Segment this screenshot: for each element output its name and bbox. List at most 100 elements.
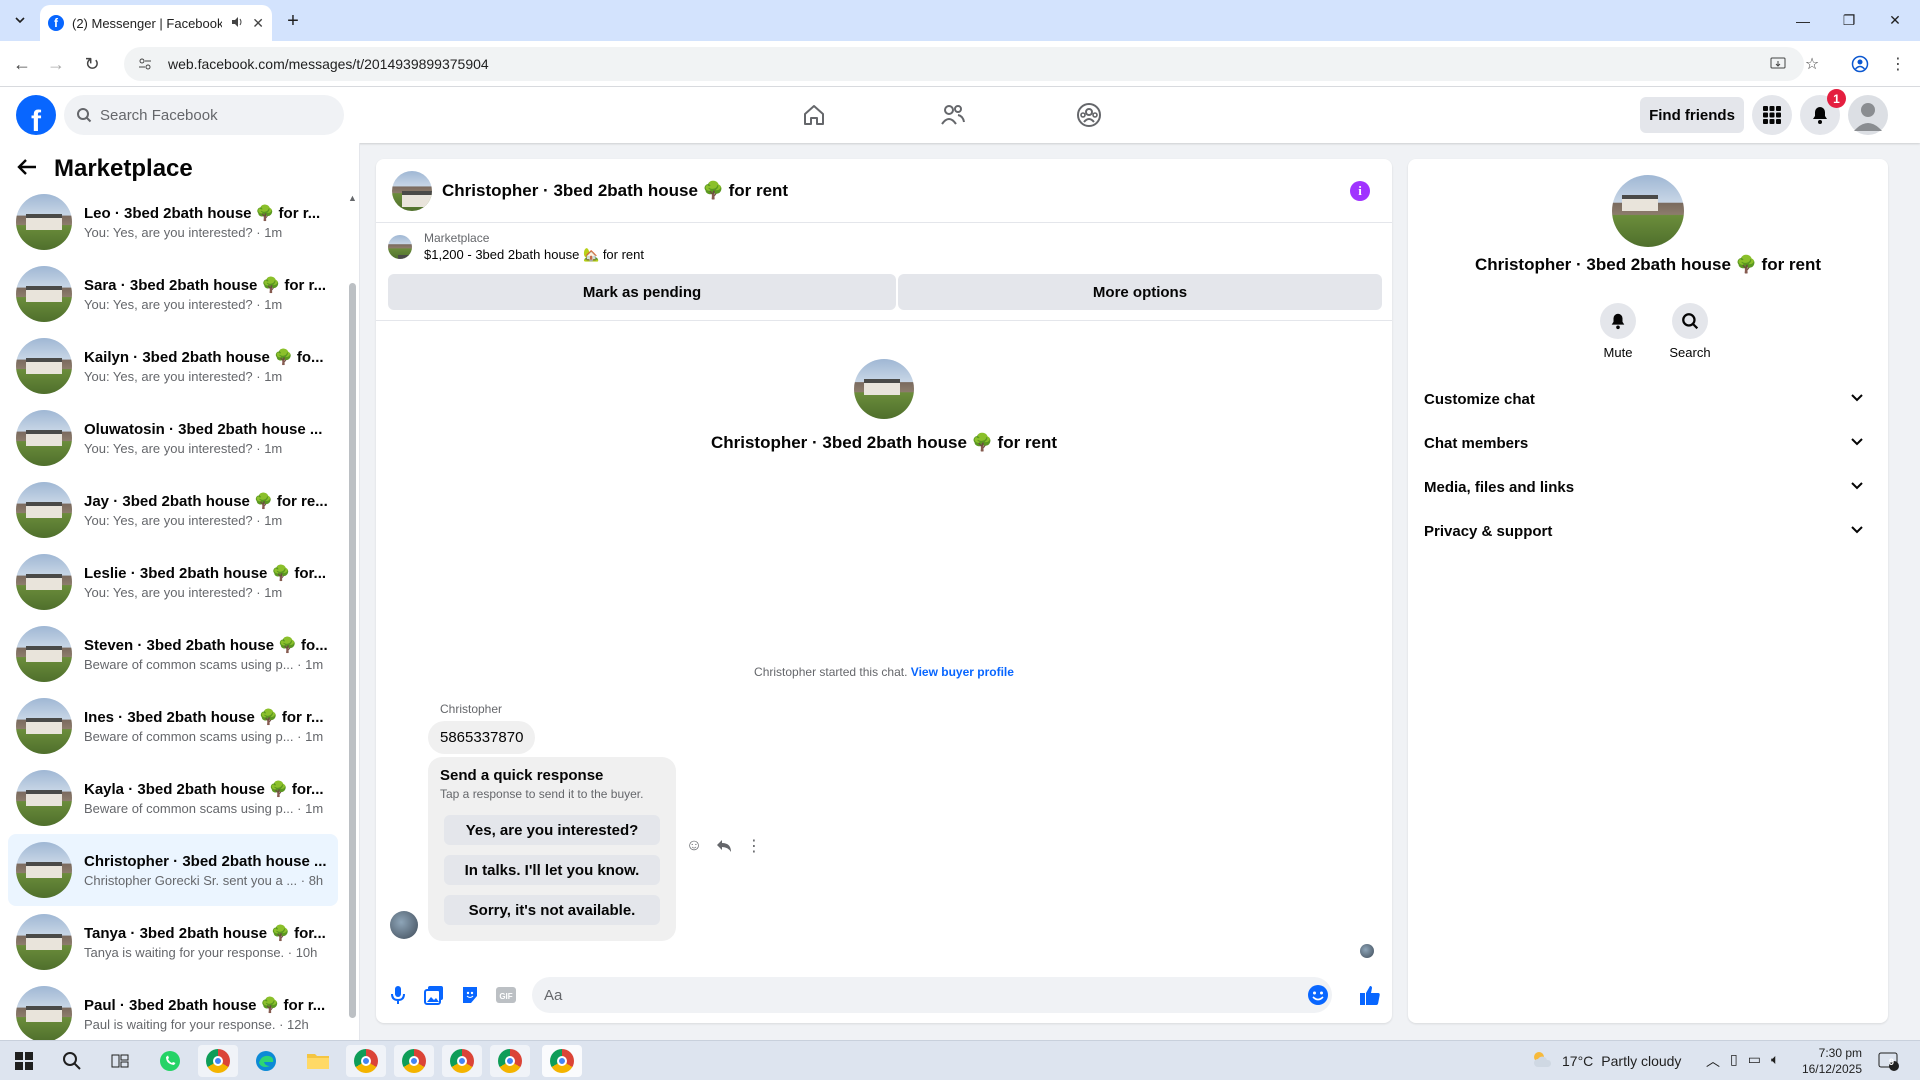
sticker-icon[interactable] bbox=[458, 983, 482, 1007]
close-tab-icon[interactable]: ✕ bbox=[252, 15, 264, 32]
facebook-logo-icon[interactable]: f bbox=[16, 95, 56, 135]
chat-avatar[interactable] bbox=[392, 170, 432, 211]
quick-reply-button[interactable]: Yes, are you interested? bbox=[444, 815, 660, 845]
back-icon[interactable]: ← bbox=[8, 50, 36, 78]
close-window-icon[interactable]: ✕ bbox=[1872, 0, 1918, 41]
conversation-item[interactable]: Sara · 3bed 2bath house 🌳 for r... You: Y… bbox=[8, 258, 338, 330]
taskbar-search-icon[interactable] bbox=[52, 1045, 92, 1077]
conversation-item[interactable]: Kailyn · 3bed 2bath house 🌳 fo... You: Ye… bbox=[8, 330, 338, 402]
date: 16/12/2025 bbox=[1801, 1062, 1862, 1076]
search-in-chat-button[interactable]: Search bbox=[1660, 303, 1720, 360]
address-bar[interactable]: web.facebook.com/messages/t/201493989937… bbox=[124, 47, 1804, 81]
mute-button[interactable]: Mute bbox=[1588, 303, 1648, 360]
conversation-item[interactable]: Tanya · 3bed 2bath house 🌳 for... Tanya i… bbox=[8, 906, 338, 978]
clock[interactable]: 7:30 pm 16/12/2025 bbox=[1800, 1045, 1862, 1077]
media-files-links-section[interactable]: Media, files and links bbox=[1424, 465, 1872, 509]
back-arrow-icon[interactable] bbox=[16, 156, 38, 183]
info-icon[interactable]: i bbox=[1350, 181, 1370, 201]
conversation-item-active[interactable]: Christopher · 3bed 2bath house ... Christ… bbox=[8, 834, 338, 906]
new-tab-button[interactable]: + bbox=[280, 8, 306, 34]
conversation-preview: You: Yes, are you interested? · 1m bbox=[84, 297, 283, 312]
profile-icon[interactable] bbox=[1848, 52, 1872, 76]
account-avatar[interactable] bbox=[1848, 95, 1888, 135]
listing-summary[interactable]: Marketplace $1,200 - 3bed 2bath house 🏡 … bbox=[388, 231, 644, 263]
quick-reply-button[interactable]: In talks. I'll let you know. bbox=[444, 855, 660, 885]
notifications-bell-icon[interactable]: 1 bbox=[1800, 89, 1846, 135]
photo-icon[interactable] bbox=[422, 983, 446, 1007]
browser-tab-messenger[interactable]: f (2) Messenger | Facebook ✕ bbox=[40, 5, 272, 41]
conversation-name: Sara · 3bed 2bath house 🌳 for r... bbox=[84, 277, 327, 294]
chrome-app-icon[interactable] bbox=[490, 1045, 530, 1077]
install-app-icon[interactable] bbox=[1766, 52, 1790, 76]
forward-icon[interactable]: → bbox=[42, 50, 70, 78]
view-buyer-profile-link[interactable]: View buyer profile bbox=[911, 665, 1014, 679]
section-label: Customize chat bbox=[1424, 390, 1535, 408]
message-input[interactable]: Aa bbox=[532, 977, 1332, 1013]
details-avatar[interactable] bbox=[1612, 175, 1684, 247]
gif-icon[interactable]: GIF bbox=[494, 983, 518, 1007]
file-explorer-icon[interactable] bbox=[298, 1045, 338, 1077]
phone-link-icon[interactable]: ▯ bbox=[1730, 1051, 1738, 1071]
conversation-item[interactable]: Leslie · 3bed 2bath house 🌳 for... You: Y… bbox=[8, 546, 338, 618]
task-view-icon[interactable] bbox=[100, 1045, 140, 1077]
avatar bbox=[16, 770, 72, 826]
conversation-item[interactable]: Jay · 3bed 2bath house 🌳 for re... You: Y… bbox=[8, 474, 338, 546]
conversation-item[interactable]: Paul · 3bed 2bath house 🌳 for r... Paul i… bbox=[8, 978, 338, 1040]
conversation-preview: Tanya is waiting for your response. · 10… bbox=[84, 945, 318, 960]
chrome-menu-icon[interactable]: ⋮ bbox=[1886, 52, 1910, 76]
whatsapp-icon[interactable] bbox=[150, 1045, 190, 1077]
customize-chat-section[interactable]: Customize chat bbox=[1424, 377, 1872, 421]
volume-icon[interactable]: 🔈︎ bbox=[1771, 1051, 1779, 1071]
reply-icon[interactable] bbox=[714, 836, 734, 856]
conversation-item[interactable]: Steven · 3bed 2bath house 🌳 fo... Beware … bbox=[8, 618, 338, 690]
conversation-item[interactable]: Kayla · 3bed 2bath house 🌳 for... Beware … bbox=[8, 762, 338, 834]
facebook-search-input[interactable]: Search Facebook bbox=[64, 95, 344, 135]
weather-widget[interactable]: 17°C Partly cloudy bbox=[1530, 1049, 1681, 1072]
mark-as-pending-button[interactable]: Mark as pending bbox=[388, 274, 896, 310]
more-vertical-icon[interactable]: ⋮ bbox=[744, 836, 764, 856]
find-friends-button[interactable]: Find friends bbox=[1640, 97, 1744, 133]
scroll-up-arrow-icon[interactable]: ▲ bbox=[348, 193, 357, 203]
chrome-app-icon[interactable] bbox=[394, 1045, 434, 1077]
chevron-down-icon bbox=[1850, 390, 1864, 408]
menu-grid-icon[interactable] bbox=[1752, 95, 1792, 135]
chrome-app-icon[interactable] bbox=[198, 1045, 238, 1077]
mute-label: Mute bbox=[1603, 345, 1633, 360]
home-nav-icon[interactable] bbox=[758, 91, 870, 139]
minimize-icon[interactable]: — bbox=[1780, 0, 1826, 41]
restore-icon[interactable]: ❐ bbox=[1826, 0, 1872, 41]
windows-start-icon[interactable] bbox=[4, 1045, 44, 1077]
listing-title: $1,200 - 3bed 2bath house 🏡 for rent bbox=[424, 247, 645, 262]
conversation-item[interactable]: Oluwatosin · 3bed 2bath house ... You: Ye… bbox=[8, 402, 338, 474]
friends-nav-icon[interactable] bbox=[897, 91, 1009, 139]
emoji-icon[interactable] bbox=[1306, 983, 1330, 1007]
chrome-app-icon[interactable] bbox=[346, 1045, 386, 1077]
message-bubble[interactable]: 5865337870 bbox=[428, 721, 536, 754]
network-icon[interactable]: ▭ bbox=[1748, 1051, 1761, 1071]
bookmark-star-icon[interactable]: ☆ bbox=[1800, 52, 1824, 76]
react-emoji-icon[interactable]: ☺ bbox=[684, 836, 704, 856]
privacy-support-section[interactable]: Privacy & support bbox=[1424, 509, 1872, 553]
tab-search-chevron-icon[interactable] bbox=[8, 8, 32, 32]
site-settings-icon[interactable] bbox=[136, 55, 154, 73]
edge-icon[interactable] bbox=[246, 1045, 286, 1077]
reload-icon[interactable]: ↻ bbox=[78, 50, 106, 78]
details-name: Christopher · 3bed 2bath house 🌳 for ren… bbox=[1474, 255, 1822, 274]
chat-title[interactable]: Christopher · 3bed 2bath house 🌳 for ren… bbox=[442, 181, 788, 201]
conversation-item[interactable]: Ines · 3bed 2bath house 🌳 for r... Beware… bbox=[8, 690, 338, 762]
chrome-app-icon-active[interactable] bbox=[542, 1045, 582, 1077]
groups-nav-icon[interactable] bbox=[1033, 91, 1145, 139]
notification-center-icon[interactable]: 9 bbox=[1876, 1049, 1902, 1073]
speaker-icon[interactable] bbox=[230, 15, 244, 32]
more-options-button[interactable]: More options bbox=[898, 274, 1382, 310]
tray-chevron-up-icon[interactable]: ︿ bbox=[1706, 1051, 1720, 1071]
message-composer: GIF Aa bbox=[376, 971, 1392, 1019]
chat-members-section[interactable]: Chat members bbox=[1424, 421, 1872, 465]
quick-reply-button[interactable]: Sorry, it's not available. bbox=[444, 895, 660, 925]
sidebar-scrollbar[interactable] bbox=[349, 283, 356, 1018]
like-thumb-icon[interactable] bbox=[1358, 983, 1382, 1007]
conversation-item[interactable]: Leo · 3bed 2bath house 🌳 for r... You: Ye… bbox=[8, 186, 338, 258]
microphone-icon[interactable] bbox=[386, 983, 410, 1007]
conversation-sidebar: Marketplace Leo · 3bed 2bath house 🌳 for… bbox=[0, 143, 360, 1040]
chrome-app-icon[interactable] bbox=[442, 1045, 482, 1077]
